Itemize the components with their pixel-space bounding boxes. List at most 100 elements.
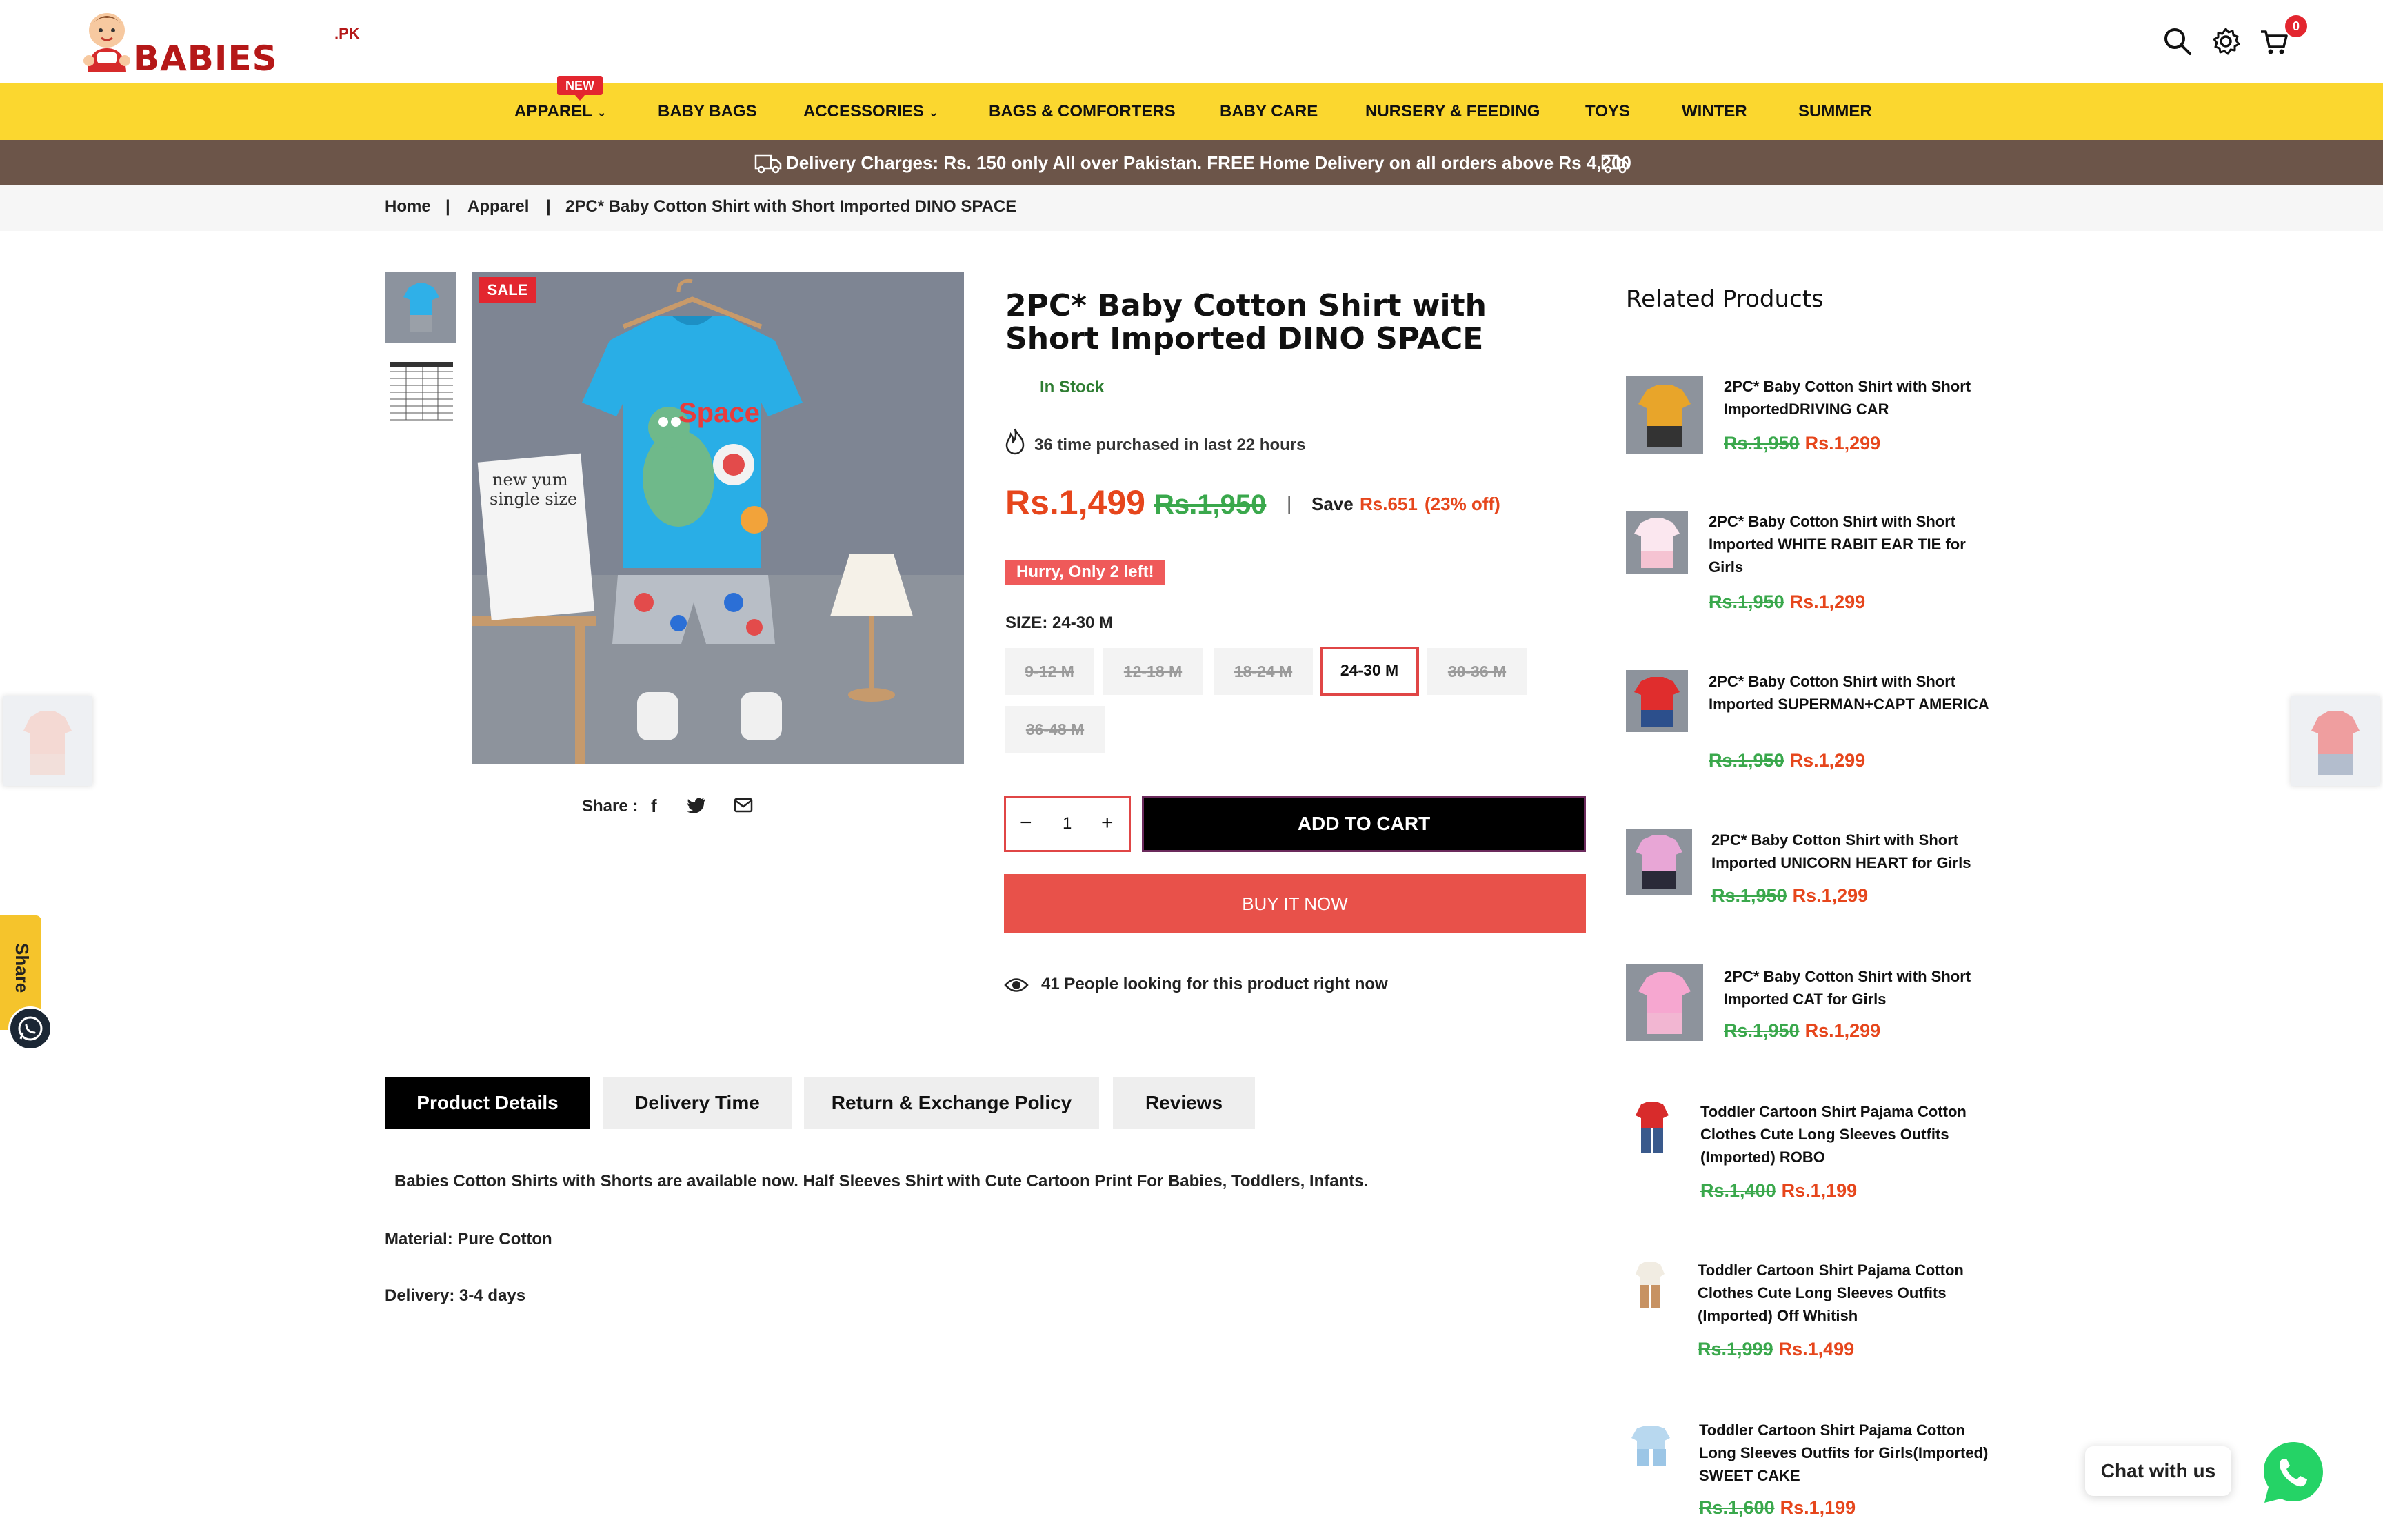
nav-item-apparel[interactable]: APPAREL ⌄ (514, 102, 607, 121)
related-old-price: Rs.1,950 (1709, 591, 1784, 612)
site-logo[interactable]: BABIES MART .PK (79, 10, 369, 119)
next-product-button[interactable] (2291, 696, 2380, 786)
twitter-icon[interactable] (687, 797, 706, 813)
related-new-price: Rs.1,299 (1804, 1020, 1881, 1041)
related-product-name[interactable]: 2PC* Baby Cotton Shirt with Short Import… (1724, 965, 2013, 1011)
related-product-image[interactable] (1629, 1423, 1674, 1468)
save-percent: (23% off) (1425, 494, 1500, 514)
save-amount: Rs.651 (1360, 494, 1418, 514)
search-button[interactable] (2162, 26, 2193, 57)
related-product-image[interactable] (1633, 1100, 1671, 1155)
breadcrumb-separator: | (445, 197, 450, 216)
share-label: Share : (582, 797, 639, 815)
breadcrumb-home[interactable]: Home (385, 197, 431, 216)
nav-label: APPAREL (514, 102, 592, 121)
breadcrumb-current: 2PC* Baby Cotton Shirt with Short Import… (565, 197, 1017, 216)
sale-price: Rs.1,499 (1005, 483, 1145, 522)
related-product-price: Rs.1,400 Rs.1,199 (1700, 1180, 1857, 1202)
size-option-12-18m[interactable]: 12-18 M (1103, 648, 1203, 695)
tab-product-details[interactable]: Product Details (385, 1077, 590, 1129)
nav-item-summer[interactable]: SUMMER (1798, 102, 1872, 121)
qty-increase-button[interactable]: + (1101, 811, 1114, 835)
announcement-text: Delivery Charges: Rs. 150 only All over … (786, 152, 1631, 173)
chat-with-us-label[interactable]: Chat with us (2085, 1446, 2231, 1496)
breadcrumb-category[interactable]: Apparel (467, 197, 529, 216)
related-old-price: Rs.1,600 (1699, 1497, 1775, 1518)
nav-item-baby-care[interactable]: BABY CARE (1220, 102, 1318, 121)
gear-icon (2213, 28, 2240, 55)
size-option-30-36m[interactable]: 30-36 M (1427, 648, 1527, 695)
product-title: 2PC* Baby Cotton Shirt with Short Import… (1005, 288, 1487, 356)
share-row: Share : f (582, 796, 753, 818)
related-product-image[interactable] (1633, 1260, 1667, 1311)
related-product-name[interactable]: 2PC* Baby Cotton Shirt with Short Import… (1709, 510, 1998, 578)
size-chart-thumbnail (385, 356, 456, 427)
size-option-36-48m[interactable]: 36-48 M (1005, 706, 1105, 753)
description-material: Material: Pure Cotton (385, 1230, 552, 1248)
breadcrumb-separator: | (546, 197, 551, 216)
whatsapp-chat-button[interactable] (2259, 1438, 2328, 1507)
baby-logo-icon (83, 13, 130, 72)
related-old-price: Rs.1,950 (1724, 433, 1800, 454)
size-option-18-24m[interactable]: 18-24 M (1214, 648, 1313, 695)
cart-count-badge: 0 (2285, 15, 2307, 37)
nav-label: ACCESSORIES (803, 102, 924, 121)
gallery-thumb[interactable] (385, 272, 456, 343)
gallery-thumb-size-chart[interactable] (385, 356, 456, 427)
nav-item-bags-comforters[interactable]: BAGS & COMFORTERS (989, 102, 1176, 121)
truck-icon (1601, 154, 1629, 174)
related-product-name[interactable]: Toddler Cartoon Shirt Pajama Cotton Long… (1699, 1419, 1989, 1487)
tab-reviews[interactable]: Reviews (1113, 1077, 1255, 1129)
size-option-9-12m[interactable]: 9-12 M (1005, 648, 1094, 695)
related-product-name[interactable]: 2PC* Baby Cotton Shirt with Short Import… (1724, 375, 2013, 421)
related-product-name[interactable]: Toddler Cartoon Shirt Pajama Cotton Clot… (1698, 1259, 1987, 1327)
related-new-price: Rs.1,199 (1781, 1180, 1858, 1201)
related-product-price: Rs.1,950 Rs.1,299 (1711, 885, 1868, 906)
tab-delivery-time[interactable]: Delivery Time (603, 1077, 792, 1129)
truck-icon (754, 154, 782, 174)
nav-item-toys[interactable]: TOYS (1585, 102, 1630, 121)
add-to-cart-button[interactable]: ADD TO CART (1142, 796, 1586, 852)
size-label: SIZE: 24-30 M (1005, 614, 1114, 632)
qty-value[interactable]: 1 (1063, 814, 1072, 833)
description-delivery: Delivery: 3-4 days (385, 1286, 526, 1305)
settings-button[interactable] (2211, 26, 2241, 57)
tab-return-exchange[interactable]: Return & Exchange Policy (804, 1077, 1099, 1129)
facebook-icon[interactable]: f (651, 796, 657, 817)
related-product-price: Rs.1,950 Rs.1,299 (1709, 750, 1865, 771)
related-product-image[interactable] (1626, 511, 1688, 574)
related-product-image[interactable] (1626, 670, 1688, 732)
fire-icon (1005, 428, 1025, 455)
breadcrumb: Home | Apparel | 2PC* Baby Cotton Shirt … (0, 185, 2383, 231)
related-product-thumbnail (1626, 670, 1688, 732)
whatsapp-share-button[interactable] (8, 1006, 52, 1051)
related-product-price: Rs.1,950 Rs.1,299 (1709, 591, 1865, 613)
related-old-price: Rs.1,950 (1711, 885, 1787, 906)
related-product-image[interactable] (1626, 829, 1692, 895)
nav-item-winter[interactable]: WINTER (1682, 102, 1747, 121)
low-stock-alert: Hurry, Only 2 left! (1005, 560, 1165, 585)
related-product-name[interactable]: 2PC* Baby Cotton Shirt with Short Import… (1711, 829, 2001, 874)
prev-product-button[interactable] (3, 696, 92, 786)
nav-item-baby-bags[interactable]: BABY BAGS (658, 102, 757, 121)
quantity-stepper: − 1 + (1004, 796, 1131, 852)
buy-now-button[interactable]: BUY IT NOW (1004, 874, 1586, 933)
related-product-name[interactable]: Toddler Cartoon Shirt Pajama Cotton Clot… (1700, 1100, 1990, 1168)
cart-button[interactable] (2259, 26, 2289, 57)
stock-status: In Stock (1040, 378, 1105, 396)
compare-price: Rs.1,950 (1154, 489, 1267, 520)
related-product-name[interactable]: 2PC* Baby Cotton Shirt with Short Import… (1709, 670, 1998, 716)
nav-item-accessories[interactable]: ACCESSORIES ⌄ (803, 102, 938, 121)
nav-item-nursery-feeding[interactable]: NURSERY & FEEDING (1365, 102, 1540, 121)
size-option-24-30m[interactable]: 24-30 M (1320, 647, 1419, 696)
email-icon[interactable] (734, 797, 753, 813)
related-product-image[interactable] (1626, 964, 1703, 1041)
related-product-thumbnail (1626, 511, 1688, 574)
next-product-thumbnail (2291, 696, 2380, 786)
cart-count: 0 (2292, 19, 2300, 33)
related-old-price: Rs.1,400 (1700, 1180, 1776, 1201)
qty-decrease-button[interactable]: − (1020, 811, 1032, 835)
related-product-image[interactable] (1626, 376, 1703, 454)
related-new-price: Rs.1,499 (1778, 1339, 1855, 1359)
product-main-image[interactable]: new yum single size Space (472, 272, 964, 764)
